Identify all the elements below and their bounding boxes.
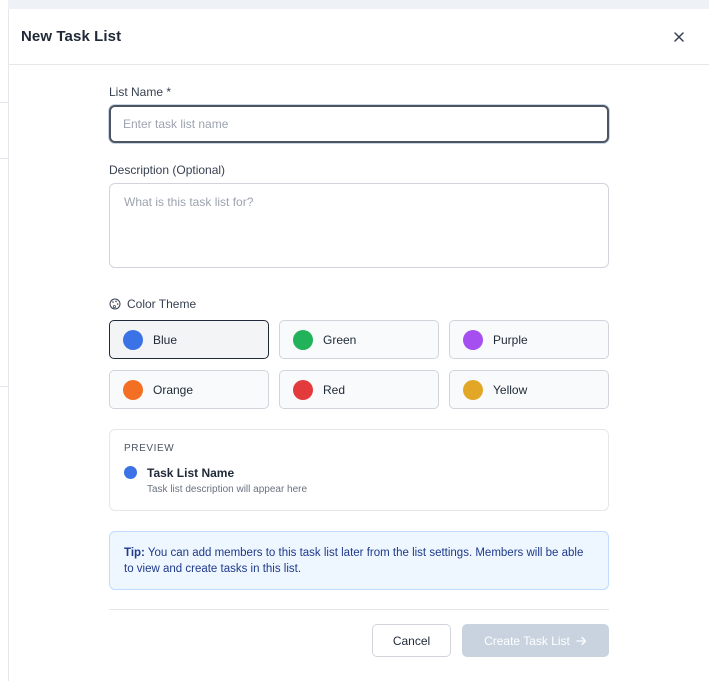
tip-text: You can add members to this task list la… bbox=[124, 547, 584, 575]
list-name-input[interactable] bbox=[109, 105, 609, 143]
preview-heading: PREVIEW bbox=[124, 443, 175, 454]
preview-name: Task List Name bbox=[147, 466, 235, 480]
modal-footer: Cancel Create Task List bbox=[109, 624, 609, 657]
color-option-label: Purple bbox=[493, 332, 528, 347]
preview-card: PREVIEW Task List Name Task list descrip… bbox=[109, 429, 609, 511]
tip-box: Tip: You can add members to this task li… bbox=[109, 531, 609, 590]
color-theme-label: Color Theme bbox=[109, 297, 609, 311]
color-option-blue[interactable]: Blue bbox=[109, 320, 269, 359]
preview-color-dot bbox=[124, 466, 137, 479]
cancel-button[interactable]: Cancel bbox=[372, 624, 451, 657]
task-list-form: List Name * Description (Optional) Color… bbox=[109, 85, 609, 657]
background-divider bbox=[0, 102, 8, 103]
blue-swatch bbox=[123, 329, 143, 350]
color-option-label: Orange bbox=[153, 382, 194, 397]
orange-swatch bbox=[123, 379, 143, 400]
new-task-list-modal: New Task List List Name * Description (O… bbox=[8, 9, 709, 681]
description-label: Description (Optional) bbox=[109, 163, 226, 177]
color-option-orange[interactable]: Orange bbox=[109, 370, 269, 409]
color-options: Blue Green Purple Orange Red Yellow bbox=[109, 320, 609, 409]
color-option-label: Red bbox=[323, 382, 346, 397]
red-swatch bbox=[293, 379, 313, 400]
close-icon bbox=[674, 31, 684, 42]
background-divider bbox=[0, 158, 8, 159]
palette-icon bbox=[109, 298, 121, 310]
background-divider bbox=[0, 386, 8, 387]
preview-row: Task List Name Task list description wil… bbox=[124, 466, 594, 495]
color-option-label: Green bbox=[323, 332, 357, 347]
tip-prefix: Tip: bbox=[124, 547, 145, 559]
footer-divider bbox=[109, 609, 609, 610]
list-name-label: List Name * bbox=[109, 85, 172, 99]
green-swatch bbox=[293, 329, 313, 350]
create-task-list-button[interactable]: Create Task List bbox=[462, 624, 609, 657]
color-option-label: Blue bbox=[153, 332, 178, 347]
purple-swatch bbox=[463, 329, 483, 350]
create-button-label: Create Task List bbox=[484, 633, 570, 648]
color-option-red[interactable]: Red bbox=[279, 370, 439, 409]
color-option-yellow[interactable]: Yellow bbox=[449, 370, 609, 409]
modal-title: New Task List bbox=[21, 28, 122, 45]
close-button[interactable] bbox=[669, 27, 689, 47]
color-option-purple[interactable]: Purple bbox=[449, 320, 609, 359]
modal-header: New Task List bbox=[9, 9, 709, 65]
description-textarea[interactable] bbox=[109, 183, 609, 268]
color-option-label: Yellow bbox=[493, 382, 528, 397]
color-theme-text: Color Theme bbox=[127, 297, 197, 311]
color-option-green[interactable]: Green bbox=[279, 320, 439, 359]
arrow-right-icon bbox=[576, 636, 587, 645]
yellow-swatch bbox=[463, 379, 483, 400]
background-page bbox=[0, 0, 8, 681]
preview-description: Task list description will appear here bbox=[147, 484, 308, 495]
